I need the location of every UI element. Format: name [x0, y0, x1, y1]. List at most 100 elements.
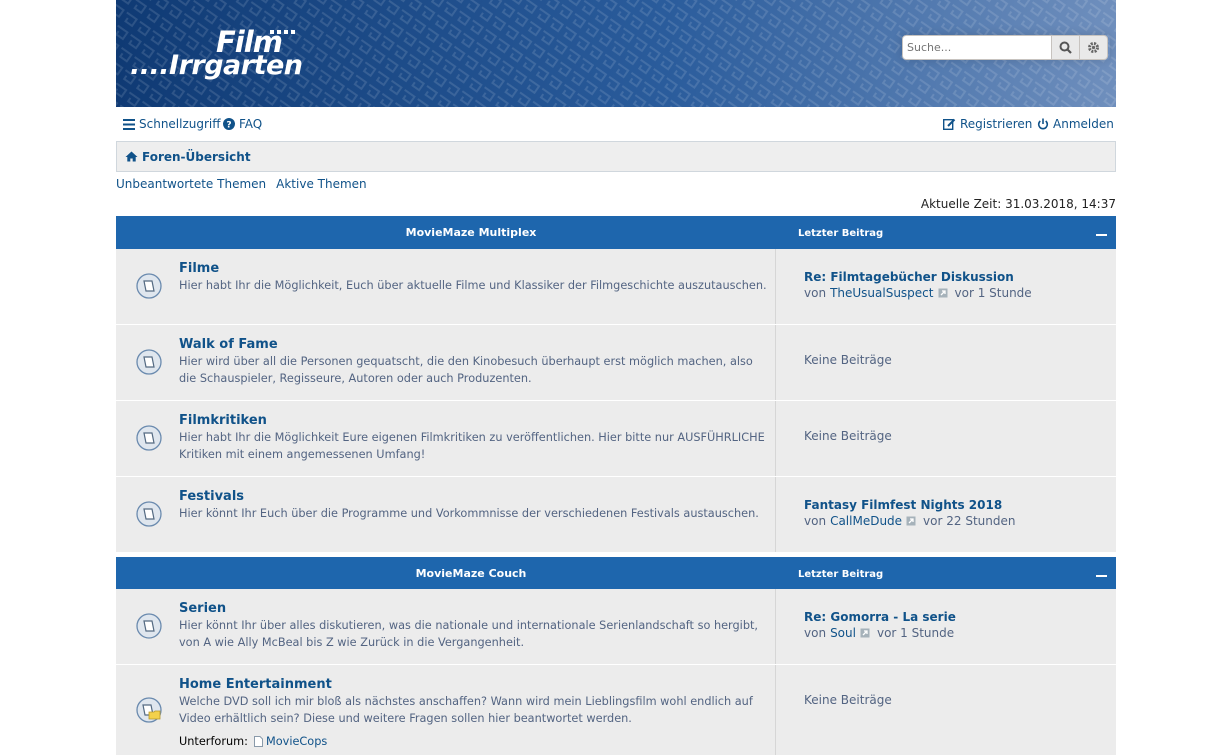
- forum-read-icon: [136, 273, 162, 299]
- quick-links: Unbeantwortete Themen Aktive Themen: [116, 177, 377, 191]
- breadcrumb: Foren-Übersicht: [116, 141, 1116, 172]
- page-wrapper: Film ....Irrgarten Schnellzugriff ? FAQ: [116, 0, 1116, 756]
- forum-row: Serien Hier könnt Ihr über alles diskuti…: [116, 589, 1116, 665]
- column-divider: [775, 249, 776, 324]
- last-post-user[interactable]: Soul: [830, 626, 856, 640]
- register-link[interactable]: Registrieren: [943, 117, 1032, 131]
- site-logo[interactable]: Film ....Irrgarten: [130, 26, 320, 86]
- last-post-time: vor 1 Stunde: [876, 626, 955, 640]
- power-icon: [1037, 118, 1049, 130]
- search-button[interactable]: [1052, 35, 1080, 60]
- last-post-by: von: [804, 626, 827, 640]
- forum-title[interactable]: Filmkritiken: [179, 413, 267, 428]
- subforum-label: Unterforum:: [179, 735, 248, 748]
- category-header: MovieMaze Couch Letzter Beitrag: [116, 557, 1116, 589]
- breadcrumb-home-label: Foren-Übersicht: [142, 149, 251, 164]
- quick-access-label: Schnellzugriff: [139, 117, 221, 131]
- search-input[interactable]: [902, 35, 1052, 60]
- faq-label: FAQ: [239, 117, 263, 131]
- forum-description: Welche DVD soll ich mir bloß als nächste…: [179, 695, 753, 725]
- active-topics-link[interactable]: Aktive Themen: [276, 177, 367, 191]
- column-divider: [775, 665, 776, 755]
- forum-row: Walk of Fame Hier wird über all die Pers…: [116, 325, 1116, 401]
- last-post-by: von: [804, 286, 827, 300]
- column-divider: [775, 401, 776, 476]
- breadcrumb-home[interactable]: Foren-Übersicht: [125, 150, 251, 164]
- forum-description: Hier habt Ihr die Möglichkeit, Euch über…: [179, 279, 767, 292]
- last-post-header: Letzter Beitrag: [798, 228, 884, 239]
- forum-title[interactable]: Home Entertainment: [179, 677, 332, 692]
- forum-title[interactable]: Serien: [179, 601, 226, 616]
- category-couch: MovieMaze Couch Letzter Beitrag Serien H…: [116, 557, 1116, 756]
- no-posts: Keine Beiträge: [804, 429, 892, 443]
- edit-icon: [943, 118, 956, 130]
- goto-post-icon[interactable]: [906, 516, 916, 526]
- last-post-title[interactable]: Re: Gomorra - La serie: [804, 610, 956, 624]
- search-icon: [1059, 41, 1072, 54]
- forum-read-icon: [136, 501, 162, 527]
- search-box: [902, 35, 1110, 60]
- last-post: Re: Gomorra - La serie von Soul vor 1 St…: [804, 610, 956, 640]
- menu-icon: [123, 118, 135, 130]
- forum-description: Hier wird über all die Personen gequatsc…: [179, 355, 753, 385]
- forum-row: Filme Hier habt Ihr die Möglichkeit, Euc…: [116, 249, 1116, 325]
- svg-text:?: ?: [226, 121, 231, 131]
- last-post-user[interactable]: CallMeDude: [830, 514, 902, 528]
- forum-read-icon: [136, 425, 162, 451]
- last-post-meta: von CallMeDude vor 22 Stunden: [804, 514, 1015, 528]
- no-posts: Keine Beiträge: [804, 353, 892, 367]
- advanced-search-button[interactable]: [1080, 35, 1108, 60]
- last-post: Re: Filmtagebücher Diskussion von TheUsu…: [804, 270, 1032, 300]
- no-posts: Keine Beiträge: [804, 693, 892, 707]
- forum-read-icon: [136, 613, 162, 639]
- column-divider: [775, 325, 776, 400]
- last-post: Fantasy Filmfest Nights 2018 von CallMeD…: [804, 498, 1015, 528]
- forum-description: Hier habt Ihr die Möglichkeit Eure eigen…: [179, 431, 765, 461]
- logo-text-irrgarten: ....Irrgarten: [130, 50, 303, 81]
- last-post-user[interactable]: TheUsualSuspect: [830, 286, 933, 300]
- current-time: Aktuelle Zeit: 31.03.2018, 14:37: [920, 197, 1116, 211]
- login-label: Anmelden: [1053, 117, 1114, 131]
- forum-row: Festivals Hier könnt Ihr Euch über die P…: [116, 477, 1116, 553]
- last-post-title[interactable]: Re: Filmtagebücher Diskussion: [804, 270, 1032, 284]
- register-label: Registrieren: [960, 117, 1033, 131]
- forum-title[interactable]: Walk of Fame: [179, 337, 278, 352]
- quick-access-link[interactable]: Schnellzugriff: [123, 117, 221, 131]
- logo-dots: [270, 30, 295, 34]
- collapse-icon[interactable]: [1096, 234, 1107, 236]
- column-divider: [775, 477, 776, 552]
- home-icon: [125, 151, 138, 162]
- forum-description: Hier könnt Ihr über alles diskutieren, w…: [179, 619, 759, 649]
- subforum-list: Unterforum: MovieCops: [179, 735, 327, 748]
- last-post-meta: von TheUsualSuspect vor 1 Stunde: [804, 286, 1032, 300]
- column-divider: [775, 589, 776, 664]
- forum-description: Hier könnt Ihr Euch über die Programme u…: [179, 507, 759, 520]
- forum-read-icon: [136, 349, 162, 375]
- gear-icon: [1088, 42, 1099, 53]
- site-header: Film ....Irrgarten: [116, 0, 1116, 107]
- login-link[interactable]: Anmelden: [1037, 117, 1114, 131]
- last-post-meta: von Soul vor 1 Stunde: [804, 626, 956, 640]
- goto-post-icon[interactable]: [860, 628, 870, 638]
- forum-row: Filmkritiken Hier habt Ihr die Möglichke…: [116, 401, 1116, 477]
- category-multiplex: MovieMaze Multiplex Letzter Beitrag Film…: [116, 216, 1116, 553]
- last-post-by: von: [804, 514, 827, 528]
- collapse-icon[interactable]: [1096, 575, 1107, 577]
- unanswered-topics-link[interactable]: Unbeantwortete Themen: [116, 177, 266, 191]
- subforum-link[interactable]: MovieCops: [266, 735, 327, 748]
- last-post-header: Letzter Beitrag: [798, 569, 884, 580]
- goto-post-icon[interactable]: [938, 288, 948, 298]
- forum-title[interactable]: Festivals: [179, 489, 244, 504]
- last-post-time: vor 22 Stunden: [923, 514, 1016, 528]
- last-post-title[interactable]: Fantasy Filmfest Nights 2018: [804, 498, 1015, 512]
- category-title[interactable]: MovieMaze Couch: [116, 567, 826, 580]
- question-icon: ?: [223, 118, 235, 130]
- forum-row: Home Entertainment Welche DVD soll ich m…: [116, 665, 1116, 756]
- category-title[interactable]: MovieMaze Multiplex: [116, 226, 826, 239]
- subforum-icon: [253, 736, 263, 747]
- faq-link[interactable]: ? FAQ: [223, 117, 262, 131]
- forum-title[interactable]: Filme: [179, 261, 219, 276]
- last-post-time: vor 1 Stunde: [954, 286, 1032, 300]
- nav-bar: Schnellzugriff ? FAQ Registrieren Anmeld…: [116, 107, 1116, 142]
- category-header: MovieMaze Multiplex Letzter Beitrag: [116, 216, 1116, 249]
